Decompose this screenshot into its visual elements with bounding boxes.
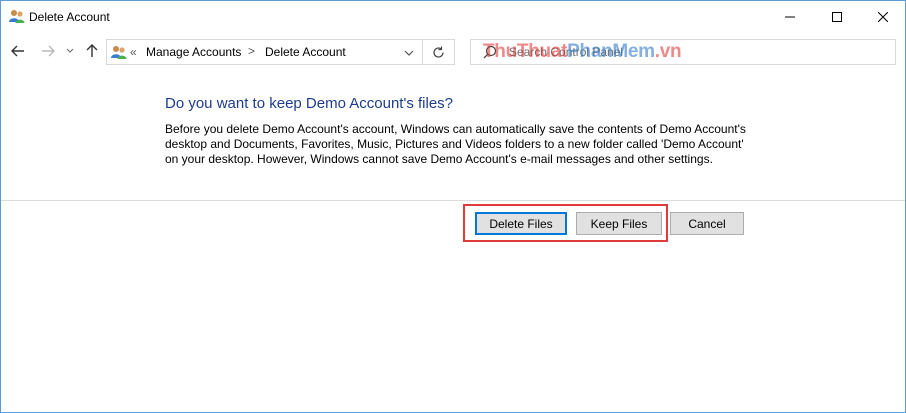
arrow-right-icon [42, 45, 55, 57]
users-icon [9, 8, 25, 24]
page-heading: Do you want to keep Demo Account's files… [165, 95, 454, 112]
close-icon [878, 11, 888, 22]
address-bar[interactable]: « Manage Accounts > Delete Account [106, 39, 423, 65]
search-input[interactable]: Search Control Panel ThuThuatPhanMem.vn [470, 39, 896, 65]
minimize-button[interactable] [767, 1, 813, 32]
refresh-button[interactable] [423, 39, 455, 65]
address-dropdown-button[interactable] [401, 45, 417, 61]
maximize-button[interactable] [814, 1, 860, 32]
search-placeholder: Search Control Panel [509, 45, 624, 59]
breadcrumb-separator[interactable]: > [248, 44, 255, 58]
search-icon [483, 45, 499, 61]
minimize-icon [785, 16, 795, 17]
keep-files-button[interactable]: Keep Files [576, 212, 662, 235]
forward-button[interactable] [39, 42, 57, 60]
divider [1, 200, 905, 201]
delete-account-window: Delete Account « Manage Accounts > Delet… [0, 0, 906, 413]
breadcrumb-delete-account[interactable]: Delete Account [265, 45, 346, 59]
cancel-button[interactable]: Cancel [670, 212, 744, 235]
description-text: Before you delete Demo Account's account… [165, 122, 746, 166]
chevron-down-icon [66, 48, 74, 53]
arrow-up-icon [86, 44, 98, 57]
title-bar: Delete Account [1, 1, 905, 32]
back-button[interactable] [9, 42, 27, 60]
users-icon [111, 44, 127, 60]
breadcrumb-manage-accounts[interactable]: Manage Accounts [146, 45, 241, 59]
delete-files-button[interactable]: Delete Files [475, 212, 567, 235]
watermark-part-c: .vn [654, 41, 682, 62]
recent-locations-button[interactable] [63, 42, 77, 60]
breadcrumb-overflow[interactable]: « [130, 45, 137, 59]
refresh-icon [433, 46, 444, 58]
maximize-icon [832, 11, 842, 22]
arrow-left-icon [11, 45, 24, 57]
up-button[interactable] [83, 42, 101, 60]
chevron-down-icon [404, 50, 414, 56]
close-button[interactable] [860, 1, 906, 32]
window-title: Delete Account [29, 10, 110, 24]
navigation-bar: « Manage Accounts > Delete Account Searc… [1, 32, 905, 72]
